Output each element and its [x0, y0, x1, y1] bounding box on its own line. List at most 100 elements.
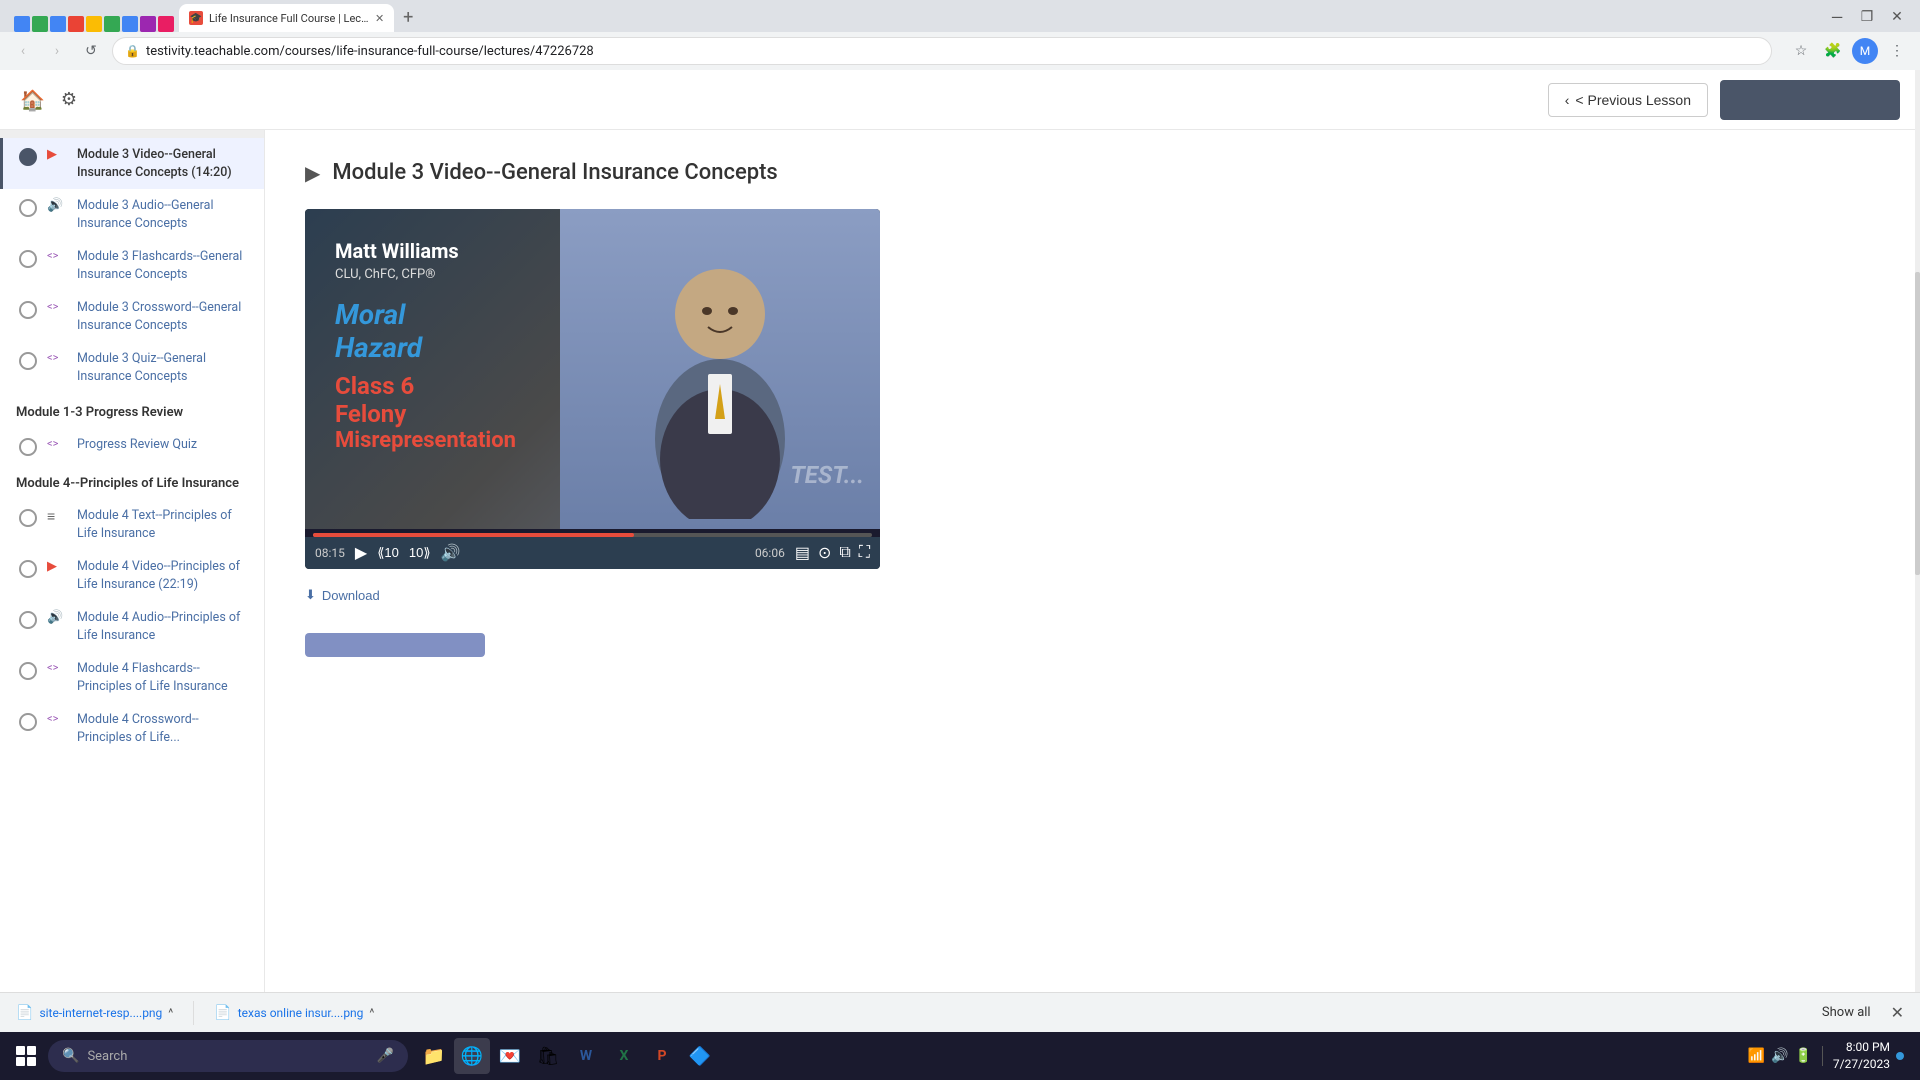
app-container: 🏠 ⚙ ‹ < Previous Lesson ▶ Module 3 Video… — [0, 70, 1920, 1080]
taskbar-app-files[interactable]: 📁 — [416, 1038, 452, 1074]
windows-square-tr — [27, 1046, 36, 1055]
download-item-chevron-2[interactable]: ^ — [369, 1006, 374, 1020]
topic-misrep: Misrepresentation — [335, 428, 516, 453]
top-bar-right: ‹ < Previous Lesson — [1548, 80, 1900, 120]
taskbar-search-text: Search — [87, 1049, 127, 1064]
sidebar-item-m3-video[interactable]: ▶ Module 3 Video--General Insurance Conc… — [0, 138, 264, 189]
back-btn[interactable]: ‹ — [10, 38, 36, 64]
sidebar-scroll-top — [0, 130, 264, 138]
download-file-name-1[interactable]: site-internet-resp....png — [39, 1006, 162, 1020]
download-icon: ⬇ — [305, 587, 316, 603]
lesson-label-progress-quiz: Progress Review Quiz — [77, 436, 197, 454]
sidebar-item-m3-quiz[interactable]: <> Module 3 Quiz--General Insurance Conc… — [0, 342, 264, 393]
more-options-icon[interactable]: ⋮ — [1884, 38, 1910, 64]
show-all-button[interactable]: Show all — [1822, 1005, 1871, 1020]
lesson-circle-m4-video — [19, 560, 37, 578]
taskbar-search-icon: 🔍 — [62, 1048, 79, 1064]
video-type-icon-m4: ▶ — [47, 559, 67, 574]
lesson-label-m3-cross: Module 3 Crossword--General Insurance Co… — [77, 299, 248, 334]
address-bar[interactable]: 🔒 testivity.teachable.com/courses/life-i… — [112, 37, 1772, 65]
video-captions-btn[interactable]: ▤ — [795, 543, 810, 563]
minimize-btn[interactable]: — — [1824, 4, 1850, 30]
crossword-type-icon: <> — [47, 300, 67, 313]
taskbar-app-excel[interactable]: X — [606, 1038, 642, 1074]
extensions-icon[interactable]: 🧩 — [1820, 38, 1846, 64]
active-tab[interactable]: 🎓 Life Insurance Full Course | Lec... ✕ — [179, 4, 394, 32]
video-skip-forward-btn[interactable]: 10⟫ — [409, 545, 431, 561]
video-play-button[interactable]: ▶ — [355, 543, 367, 563]
close-btn[interactable]: ✕ — [1884, 4, 1910, 30]
video-skip-back-btn[interactable]: ⟪10 — [377, 545, 399, 561]
taskbar-search-bar[interactable]: 🔍 Search 🎤 — [48, 1040, 408, 1072]
lesson-circle-m4-audio — [19, 611, 37, 629]
sidebar-item-m4-flash[interactable]: <> Module 4 Flashcards--Principles of Li… — [0, 652, 264, 703]
bookmark-star-icon[interactable]: ☆ — [1788, 38, 1814, 64]
taskbar-app-edge[interactable]: 🔷 — [682, 1038, 718, 1074]
taskbar-app-word[interactable]: W — [568, 1038, 604, 1074]
main-layout: ▶ Module 3 Video--General Insurance Conc… — [0, 130, 1920, 1080]
video-progress-container — [305, 529, 880, 537]
download-bar-close-icon[interactable]: ✕ — [1891, 1003, 1904, 1022]
download-item-chevron-1[interactable]: ^ — [168, 1006, 173, 1020]
tab-close-btn[interactable]: ✕ — [375, 12, 384, 25]
taskbar-app-store[interactable]: 🛍 — [530, 1038, 566, 1074]
video-volume-btn[interactable]: 🔊 — [441, 543, 461, 563]
taskbar-app-chrome[interactable]: 🌐 — [454, 1038, 490, 1074]
download-bar: 📄 site-internet-resp....png ^ 📄 texas on… — [0, 992, 1920, 1032]
taskbar-time: 8:00 PM — [1833, 1039, 1890, 1056]
content-area: ▶ Module 3 Video--General Insurance Conc… — [265, 130, 1920, 1080]
sidebar-item-m3-cross[interactable]: <> Module 3 Crossword--General Insurance… — [0, 291, 264, 342]
sidebar-item-m3-flash[interactable]: <> Module 3 Flashcards--General Insuranc… — [0, 240, 264, 291]
module4-title: Module 4--Principles of Life Insurance — [0, 464, 264, 499]
download-label: Download — [322, 588, 380, 603]
quiz-type-icon-m3: <> — [47, 351, 67, 364]
text-type-icon: ≡ — [47, 508, 67, 525]
lesson-label-m3-flash: Module 3 Flashcards--General Insurance C… — [77, 248, 248, 283]
sidebar-item-progress-quiz[interactable]: <> Progress Review Quiz — [0, 428, 264, 464]
top-bar-left: 🏠 ⚙ — [20, 88, 77, 112]
clock[interactable]: 8:00 PM 7/27/2023 — [1833, 1039, 1890, 1073]
progress-quiz-type-icon: <> — [47, 437, 67, 450]
sidebar-item-m4-video[interactable]: ▶ Module 4 Video--Principles of Life Ins… — [0, 550, 264, 601]
sound-icon[interactable]: 🔊 — [1771, 1048, 1788, 1064]
prev-lesson-button[interactable]: ‹ < Previous Lesson — [1548, 83, 1708, 117]
restore-btn[interactable]: ❐ — [1854, 4, 1880, 30]
next-lesson-button[interactable] — [1720, 80, 1900, 120]
browser-action-buttons: ☆ 🧩 M ⋮ — [1788, 38, 1910, 64]
video-type-icon: ▶ — [47, 147, 67, 162]
new-tab-btn[interactable]: + — [395, 4, 421, 30]
complete-button[interactable] — [305, 633, 485, 657]
audio-type-icon-m4: 🔊 — [47, 610, 67, 625]
presenter-credentials: CLU, ChFC, CFP® — [335, 267, 516, 282]
download-item-2: 📄 texas online insur....png ^ — [214, 1005, 374, 1021]
settings-icon[interactable]: ⚙ — [61, 89, 77, 110]
network-icon[interactable]: 📶 — [1748, 1048, 1765, 1064]
download-button[interactable]: ⬇ Download — [305, 581, 380, 609]
profile-icon[interactable]: M — [1852, 38, 1878, 64]
forward-btn[interactable]: › — [44, 38, 70, 64]
lesson-circle-m3-video — [19, 148, 37, 166]
sidebar-item-m4-text[interactable]: ≡ Module 4 Text--Principles of Life Insu… — [0, 499, 264, 550]
video-player: Matt Williams CLU, ChFC, CFP® Moral Haza… — [305, 209, 880, 569]
taskbar-app-ppt[interactable]: P — [644, 1038, 680, 1074]
battery-icon[interactable]: 🔋 — [1794, 1048, 1811, 1064]
video-current-time: 08:15 — [315, 546, 345, 560]
lesson-circle-m3-cross — [19, 301, 37, 319]
home-icon[interactable]: 🏠 — [20, 88, 45, 112]
taskbar-app-mail[interactable]: 💌 — [492, 1038, 528, 1074]
topic-class6: Class 6 — [335, 372, 516, 400]
video-fullscreen-btn[interactable]: ⛶ — [859, 544, 870, 562]
sidebar-item-m4-cross[interactable]: <> Module 4 Crossword--Principles of Lif… — [0, 703, 264, 754]
video-right-controls: ▤ ⊙ ⧉ ⛶ — [795, 543, 870, 563]
video-progress-bar[interactable] — [313, 533, 872, 537]
lesson-circle-m3-flash — [19, 250, 37, 268]
video-pip-btn[interactable]: ⧉ — [839, 544, 850, 562]
video-settings-btn[interactable]: ⊙ — [818, 543, 831, 563]
sidebar-item-m4-audio[interactable]: 🔊 Module 4 Audio--Principles of Life Ins… — [0, 601, 264, 652]
sidebar-item-m3-audio[interactable]: 🔊 Module 3 Audio--General Insurance Conc… — [0, 189, 264, 240]
start-button[interactable] — [8, 1038, 44, 1074]
lesson-circle-progress-quiz — [19, 438, 37, 456]
reload-btn[interactable]: ↺ — [78, 38, 104, 64]
download-file-name-2[interactable]: texas online insur....png — [238, 1006, 364, 1020]
taskbar-apps: 📁 🌐 💌 🛍 W X P 🔷 — [416, 1038, 718, 1074]
